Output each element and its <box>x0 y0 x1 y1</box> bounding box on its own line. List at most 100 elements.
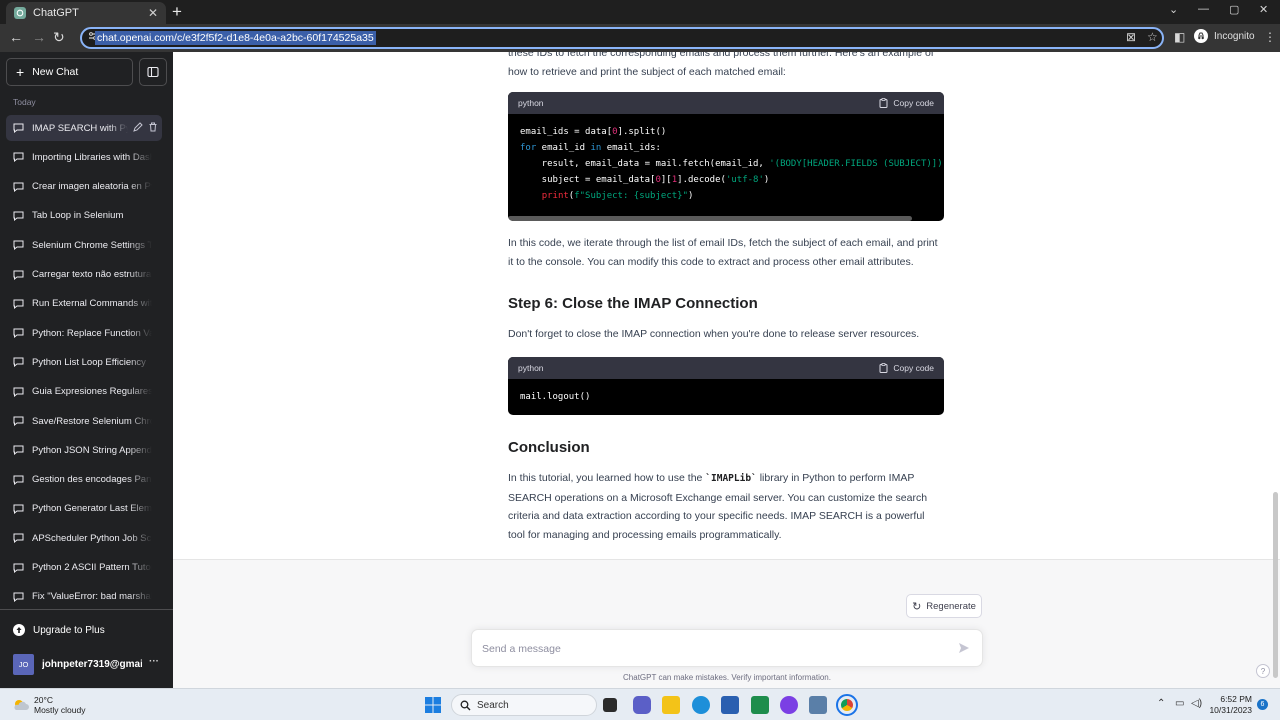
chat-bubble-icon <box>13 299 24 309</box>
copy-code-button[interactable]: Copy code <box>879 98 934 108</box>
help-button[interactable]: ? <box>1256 664 1270 678</box>
code-language-label: python <box>518 363 544 373</box>
chat-history-item[interactable]: IMAP SEARCH with Python <box>6 115 162 141</box>
main-scrollbar[interactable] <box>1273 492 1278 678</box>
network-icon[interactable]: ▭ <box>1175 698 1184 709</box>
store-icon[interactable] <box>721 696 739 714</box>
task-view-icon[interactable] <box>603 698 617 712</box>
clock[interactable]: 6:52 PM 10/31/2023 <box>1206 694 1252 716</box>
sidebar-divider <box>0 609 173 610</box>
time: 6:52 PM <box>1220 694 1252 704</box>
url-text[interactable]: chat.openai.com/c/e3f2f5f2-d1e8-4e0a-a2b… <box>95 31 376 45</box>
chat-title: Carregar texto não estruturado <box>32 269 152 280</box>
chat-history-item[interactable]: Python List Loop Efficiency <box>6 349 162 375</box>
regenerate-button[interactable]: ↻ Regenerate <box>906 594 982 618</box>
chat-history-item[interactable]: Python: Replace Function Values <box>6 320 162 346</box>
new-tab-button[interactable]: + <box>172 2 182 22</box>
tab-close-icon[interactable]: ✕ <box>148 6 158 20</box>
chat-history-item[interactable]: Python JSON String Append <box>6 437 162 463</box>
chat-bubble-icon <box>13 270 24 280</box>
maximize-button[interactable]: ▢ <box>1229 3 1239 16</box>
edit-icon[interactable] <box>133 122 143 132</box>
chat-bubble-icon <box>13 592 24 602</box>
chat-history-item[interactable]: Importing Libraries with Dash <box>6 144 162 170</box>
show-hidden-icons-icon[interactable]: ⌃ <box>1157 698 1165 709</box>
send-icon[interactable] <box>958 642 970 654</box>
trash-icon[interactable] <box>148 122 158 132</box>
code-block-header: python Copy code <box>508 357 944 379</box>
edge-icon[interactable] <box>692 696 710 714</box>
chat-bubble-icon <box>13 182 24 192</box>
chat-history-item[interactable]: Carregar texto não estruturado <box>6 262 162 288</box>
explanation-paragraph: In this code, we iterate through the lis… <box>508 237 938 268</box>
chat-history-item[interactable]: APScheduler Python Job Scheduling <box>6 525 162 551</box>
code-token: email_id <box>536 143 591 153</box>
section-today-label: Today <box>13 97 36 107</box>
browser-menu-icon[interactable]: ⋮ <box>1264 30 1276 44</box>
code-token: ].decode( <box>677 175 726 185</box>
copy-code-button[interactable]: Copy code <box>879 363 934 373</box>
weather-widget[interactable]: 20°C Mostly cloudy <box>12 695 86 715</box>
app-icon[interactable] <box>780 696 798 714</box>
code-block: python Copy code mail.logout() <box>508 357 944 415</box>
chat-history-item[interactable]: Python Generator Last Element <box>6 496 162 522</box>
chat-history-item[interactable]: Selenium Chrome Settings Tutorial <box>6 232 162 258</box>
close-connection-paragraph: Don't forget to close the IMAP connectio… <box>508 328 920 340</box>
sidebar-toggle-icon <box>147 66 159 78</box>
regenerate-label: Regenerate <box>926 600 976 612</box>
user-menu[interactable]: JO johnpeter7319@gmail.com ··· <box>13 654 159 675</box>
code-horizontal-scrollbar[interactable] <box>508 216 912 221</box>
volume-icon[interactable]: ◁) <box>1191 698 1202 709</box>
notification-badge[interactable]: 6 <box>1257 699 1268 710</box>
chat-title: Python Generator Last Element <box>32 503 152 515</box>
code-token: ) <box>688 191 694 201</box>
code-block-header: python Copy code <box>508 92 944 114</box>
incognito-indicator[interactable]: Incognito <box>1194 29 1255 43</box>
toggle-sidebar-button[interactable] <box>139 58 167 86</box>
new-chat-button[interactable]: + New Chat <box>6 58 133 86</box>
more-options-icon[interactable]: ··· <box>149 656 159 667</box>
taskbar-search[interactable]: Search <box>451 694 597 716</box>
chat-history-item[interactable]: Save/Restore Selenium Chrome <box>6 408 162 434</box>
chat-title: Python 2 ASCII Pattern Tutorial <box>32 562 152 573</box>
chat-history-item[interactable]: Gestion des encodages Pandas <box>6 467 162 493</box>
weather-condition: Mostly cloudy <box>34 705 86 715</box>
address-bar[interactable]: chat.openai.com/c/e3f2f5f2-d1e8-4e0a-a2b… <box>80 27 1164 49</box>
code-token: ) <box>763 175 770 185</box>
forward-arrow-icon[interactable]: → <box>32 29 46 45</box>
code-token: in <box>590 143 602 153</box>
code-token: ][ <box>660 175 672 185</box>
chat-main: these IDs to fetch the corresponding ema… <box>173 52 1280 688</box>
file-explorer-icon[interactable] <box>662 696 680 714</box>
back-arrow-icon[interactable]: ← <box>9 29 23 45</box>
excel-icon[interactable] <box>751 696 769 714</box>
minimize-button[interactable]: — <box>1198 3 1209 15</box>
side-panel-icon[interactable]: ◧ <box>1174 30 1185 44</box>
tab-search-icon[interactable]: ⌄ <box>1169 3 1178 16</box>
app-icon[interactable] <box>809 696 827 714</box>
conclusion-paragraph: In this tutorial, you learned how to use… <box>508 469 944 544</box>
reload-icon[interactable]: ↻ <box>53 29 65 46</box>
windows-start-icon[interactable] <box>424 696 442 714</box>
message-box[interactable] <box>471 629 983 667</box>
chat-history-item[interactable]: Tab Loop in Selenium <box>6 203 162 229</box>
chat-history-item[interactable]: Fix "ValueError: bad marshal" <box>6 584 162 610</box>
close-window-button[interactable]: ✕ <box>1259 3 1268 16</box>
refresh-icon: ↻ <box>912 600 922 613</box>
chat-history-item[interactable]: Run External Commands with Python <box>6 291 162 317</box>
chat-bubble-icon <box>13 445 24 456</box>
chat-history-item[interactable]: Python 2 ASCII Pattern Tutorial <box>6 555 162 581</box>
tab-title: ChatGPT <box>33 7 79 19</box>
message-input[interactable] <box>482 640 942 658</box>
chrome-icon[interactable] <box>836 694 858 716</box>
bookmark-star-icon[interactable]: ☆ <box>1147 30 1158 44</box>
code-content: email_ids = data[0].split() for email_id… <box>508 114 944 214</box>
chat-history-item[interactable]: Guia Expresiones Regulares <box>6 379 162 405</box>
translate-icon[interactable]: ⊠ <box>1126 30 1136 44</box>
chat-history-item[interactable]: Crear imagen aleatoria en Python <box>6 174 162 200</box>
chat-bubble-icon <box>13 533 24 544</box>
plus-icon: + <box>16 64 25 80</box>
browser-tab[interactable]: ChatGPT ✕ <box>6 2 166 24</box>
upgrade-to-plus-button[interactable]: Upgrade to Plus <box>13 624 105 636</box>
teams-icon[interactable] <box>633 696 651 714</box>
